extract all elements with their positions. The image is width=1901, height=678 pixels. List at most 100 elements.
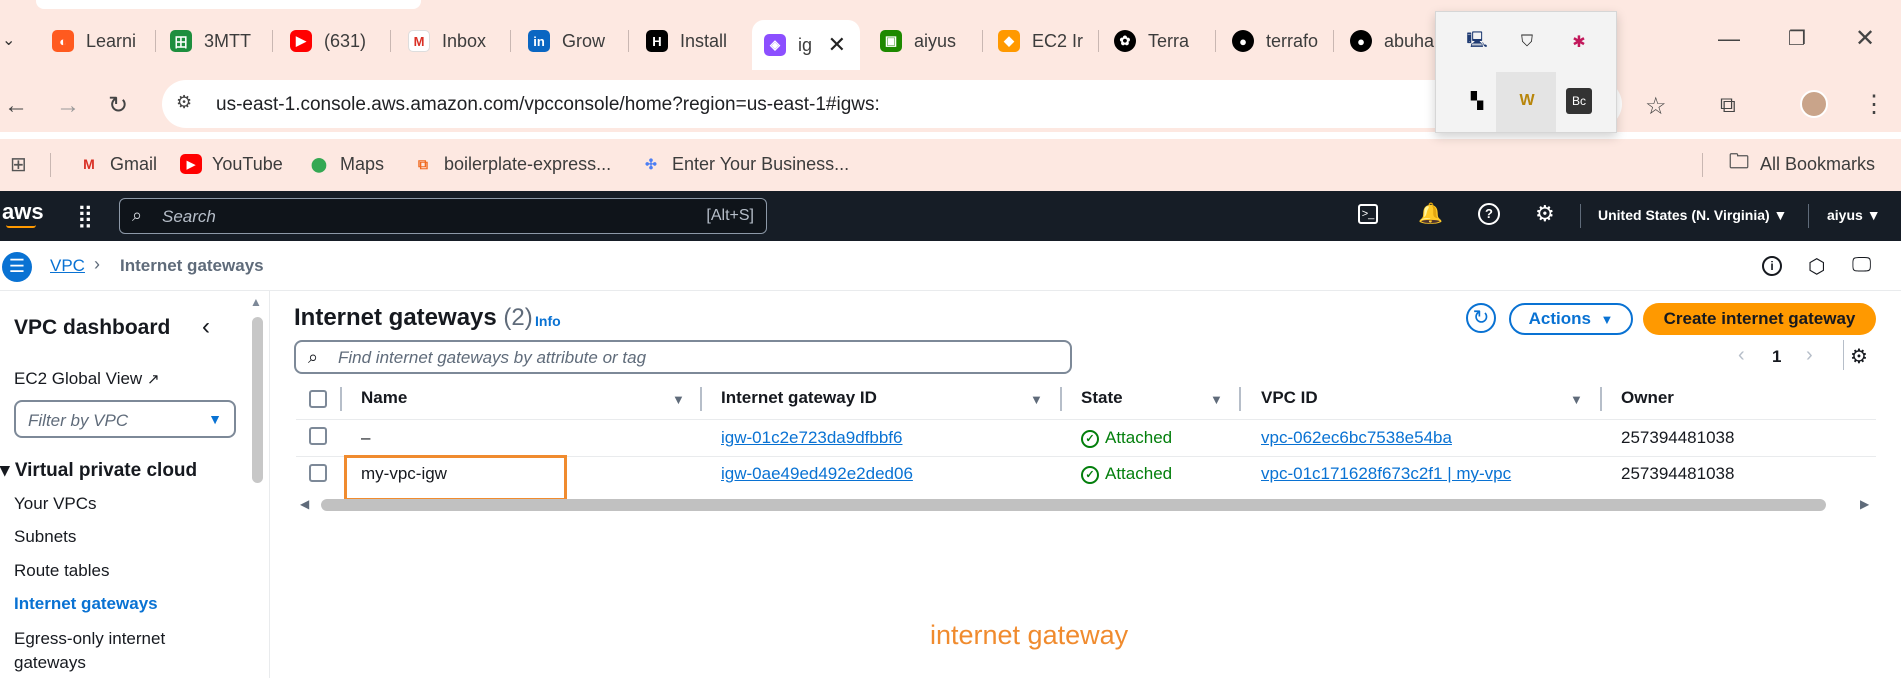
column-header-state[interactable]: State — [1081, 388, 1123, 408]
breadcrumb-bar: ☰ VPC › Internet gateways i ⬡ 🖵 — [0, 241, 1901, 291]
security-shield-icon[interactable]: ⛉ — [1514, 29, 1540, 55]
bookmark-business[interactable]: ✣ Enter Your Business... — [640, 149, 849, 179]
forward-icon[interactable]: → — [56, 92, 80, 120]
sort-caret-icon[interactable]: ▼ — [672, 392, 685, 407]
tab-igw-active[interactable]: ◈ ig ✕ — [752, 20, 860, 70]
scroll-right-icon[interactable]: ▶ — [1860, 497, 1869, 511]
scroll-up-icon[interactable]: ▲ — [250, 295, 262, 309]
aws-logo[interactable]: aws — [2, 199, 44, 225]
cell-igw-id-link[interactable]: igw-0ae49ed492e2ded06 — [721, 464, 913, 484]
browser-menu-icon[interactable]: ⋮ — [1862, 90, 1886, 119]
refresh-button[interactable]: ↻ — [1466, 303, 1496, 333]
slack-icon[interactable]: ✱ — [1566, 29, 1592, 55]
tab-learning[interactable]: ◐ Learni — [52, 22, 136, 60]
bookmark-separator — [1702, 153, 1703, 177]
tab-install[interactable]: H Install — [646, 22, 727, 60]
close-window-icon[interactable]: ✕ — [1855, 24, 1875, 53]
tab-inbox[interactable]: M Inbox — [408, 22, 486, 60]
all-bookmarks[interactable]: 🗀 All Bookmarks — [1728, 149, 1875, 179]
bookmark-youtube[interactable]: ▶ YouTube — [180, 149, 283, 179]
next-page-icon[interactable]: › — [1806, 344, 1813, 367]
business-icon: ✣ — [645, 155, 657, 172]
bookmark-separator — [50, 153, 51, 177]
column-header-owner[interactable]: Owner — [1621, 388, 1674, 408]
help-icon[interactable]: ? — [1478, 203, 1500, 225]
aws-search-input[interactable]: ⌕ Search [Alt+S] — [119, 198, 767, 234]
tab-aiyus[interactable]: ▣ aiyus — [880, 22, 956, 60]
sort-caret-icon[interactable]: ▼ — [1570, 392, 1583, 407]
back-icon[interactable]: ← — [4, 92, 28, 120]
create-internet-gateway-button[interactable]: Create internet gateway — [1643, 303, 1876, 335]
sidebar-item-subnets[interactable]: Subnets — [14, 527, 76, 547]
bookmark-boilerplate[interactable]: ⧉ boilerplate-express... — [412, 149, 611, 179]
region-selector[interactable]: United States (N. Virginia) ▼ — [1598, 207, 1787, 223]
table-preferences-gear-icon[interactable]: ⚙ — [1850, 344, 1868, 369]
tab-linkedin[interactable]: in Grow — [528, 22, 605, 60]
apps-grid-icon[interactable]: ⊞ — [10, 149, 27, 179]
prev-page-icon[interactable]: ‹ — [1738, 344, 1745, 367]
cell-owner: 257394481038 — [1621, 464, 1735, 483]
bookmark-star-icon[interactable]: ☆ — [1645, 92, 1667, 121]
section-virtual-private-cloud[interactable]: ▾ Virtual private cloud — [0, 459, 197, 482]
filter-by-vpc-select[interactable]: Filter by VPC ▼ — [14, 400, 236, 438]
feedback-icon[interactable]: ⬡ — [1808, 254, 1825, 279]
bc-app-icon[interactable]: Bc — [1566, 88, 1592, 114]
page-number[interactable]: 1 — [1772, 347, 1781, 367]
tab-3mtt[interactable]: 田 3MTT — [170, 22, 251, 60]
tab-abuha-github[interactable]: ● abuha — [1350, 22, 1434, 60]
find-gateways-input[interactable]: ⌕ Find internet gateways by attribute or… — [294, 340, 1072, 374]
cell-vpc-id-link[interactable]: vpc-062ec6bc7538e54ba — [1261, 428, 1452, 448]
minimize-icon[interactable]: — — [1718, 26, 1740, 52]
cloudshell-icon[interactable]: >_ — [1358, 204, 1378, 224]
sidebar-scrollbar[interactable] — [252, 317, 263, 483]
dropdown-caret-icon: ▼ — [208, 411, 222, 427]
close-tab-icon[interactable]: ✕ — [828, 32, 846, 58]
bookmark-gmail[interactable]: M Gmail — [78, 149, 157, 179]
restore-icon[interactable]: ❐ — [1788, 26, 1806, 51]
url-text[interactable]: us-east-1.console.aws.amazon.com/vpccons… — [216, 94, 880, 116]
extensions-icon[interactable]: ⧉ — [1720, 92, 1736, 118]
column-header-name[interactable]: Name — [361, 388, 407, 408]
table-horizontal-scrollbar[interactable] — [321, 499, 1826, 511]
tab-youtube[interactable]: ▶ (631) — [290, 22, 366, 60]
cell-vpc-id-link[interactable]: vpc-01c171628f673c2f1 | my-vpc — [1261, 464, 1511, 484]
select-all-checkbox[interactable] — [309, 390, 327, 408]
actions-button[interactable]: Actions ▼ — [1509, 303, 1633, 335]
url-omnibox[interactable]: ⚙ us-east-1.console.aws.amazon.com/vpcco… — [162, 80, 1622, 128]
tab-terraform[interactable]: ✿ Terra — [1114, 22, 1189, 60]
tab-terraform-github[interactable]: ● terrafo — [1232, 22, 1318, 60]
word-app-icon[interactable]: W — [1514, 88, 1540, 114]
bookmark-maps[interactable]: ⬤ Maps — [308, 149, 384, 179]
column-header-vpc-id[interactable]: VPC ID — [1261, 388, 1318, 408]
collapse-sidebar-icon[interactable]: ‹ — [202, 313, 210, 341]
sidebar-item-route-tables[interactable]: Route tables — [14, 561, 109, 581]
row-checkbox[interactable] — [309, 464, 327, 482]
sort-caret-icon[interactable]: ▼ — [1210, 392, 1223, 407]
bookmark-app-icon[interactable]: ▚ — [1464, 88, 1490, 114]
row-checkbox[interactable] — [309, 427, 327, 445]
settings-gear-icon[interactable]: ⚙ — [1535, 201, 1555, 227]
tab-search-chevron-icon[interactable]: ⌄ — [2, 30, 15, 50]
account-menu[interactable]: aiyus ▼ — [1827, 207, 1881, 223]
sidebar-item-egress-only[interactable]: Egress-only internet gateways — [14, 627, 184, 675]
display-settings-icon[interactable]: 🖵 — [1852, 254, 1871, 277]
breadcrumb-vpc[interactable]: VPC — [50, 256, 85, 276]
column-header-igw-id[interactable]: Internet gateway ID — [721, 388, 877, 408]
cell-igw-id-link[interactable]: igw-01c2e723da9dfbbf6 — [721, 428, 902, 448]
tab-ec2[interactable]: ◆ EC2 Ir — [998, 22, 1083, 60]
ec2-global-view-link[interactable]: EC2 Global View ↗ — [14, 369, 160, 389]
sort-caret-icon[interactable]: ▼ — [1030, 392, 1043, 407]
reload-icon[interactable]: ↻ — [108, 91, 128, 120]
profile-avatar[interactable] — [1800, 90, 1828, 118]
site-info-icon[interactable]: ⚙ — [176, 92, 192, 113]
scroll-left-icon[interactable]: ◀ — [300, 497, 309, 511]
sidebar-title[interactable]: VPC dashboard — [14, 316, 170, 340]
info-link[interactable]: Info — [535, 313, 561, 329]
services-grid-icon[interactable]: ⣿ — [77, 203, 93, 229]
sidebar-item-your-vpcs[interactable]: Your VPCs — [14, 494, 97, 514]
laptop-icon[interactable]: 🖳 — [1464, 29, 1490, 55]
sidebar-item-internet-gateways[interactable]: Internet gateways — [14, 594, 158, 614]
info-panel-icon[interactable]: i — [1762, 256, 1782, 276]
notifications-bell-icon[interactable]: 🔔 — [1418, 201, 1443, 226]
hamburger-menu-icon[interactable]: ☰ — [2, 252, 32, 282]
